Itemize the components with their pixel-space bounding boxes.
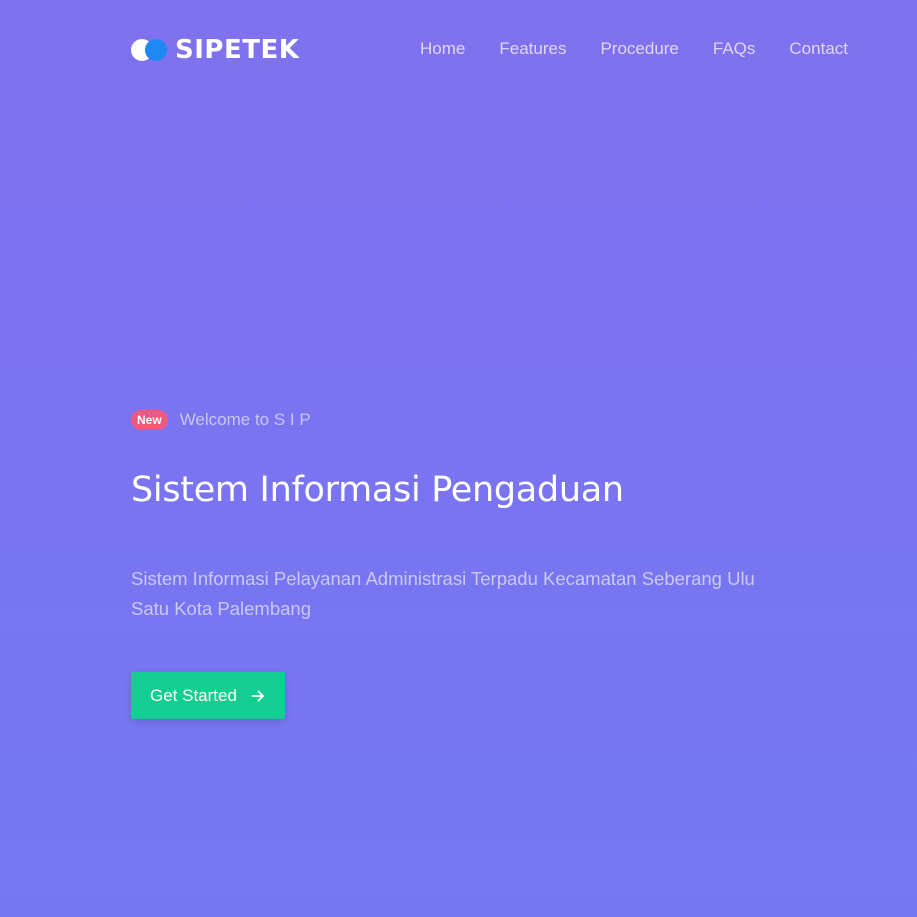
hero-section: New Welcome to S I P Sistem Informasi Pe… [131, 406, 831, 719]
new-badge: New [131, 410, 168, 430]
top-navbar: SIPETEK Home Features Procedure FAQs Con… [0, 0, 917, 100]
hero-description: Sistem Informasi Pelayanan Administrasi … [131, 568, 755, 619]
nav-item-faqs[interactable]: FAQs [713, 38, 756, 60]
hero-eyebrow: New Welcome to S I P [131, 406, 831, 434]
hero-title: Sistem Informasi Pengaduan [131, 470, 624, 510]
brand-logo[interactable]: SIPETEK [131, 35, 299, 65]
nav-item-home[interactable]: Home [420, 38, 465, 60]
get-started-button[interactable]: Get Started [131, 672, 285, 719]
brand-name: SIPETEK [175, 35, 300, 65]
arrow-right-icon [251, 690, 264, 701]
nav-item-contact[interactable]: Contact [789, 38, 848, 60]
nav-item-features[interactable]: Features [499, 38, 566, 60]
nav-item-procedure[interactable]: Procedure [600, 38, 678, 60]
circles-logo-icon [131, 37, 169, 63]
get-started-label: Get Started [150, 685, 237, 705]
welcome-text: Welcome to S I P [179, 410, 311, 429]
main-nav: Home Features Procedure FAQs Contact [420, 38, 848, 60]
